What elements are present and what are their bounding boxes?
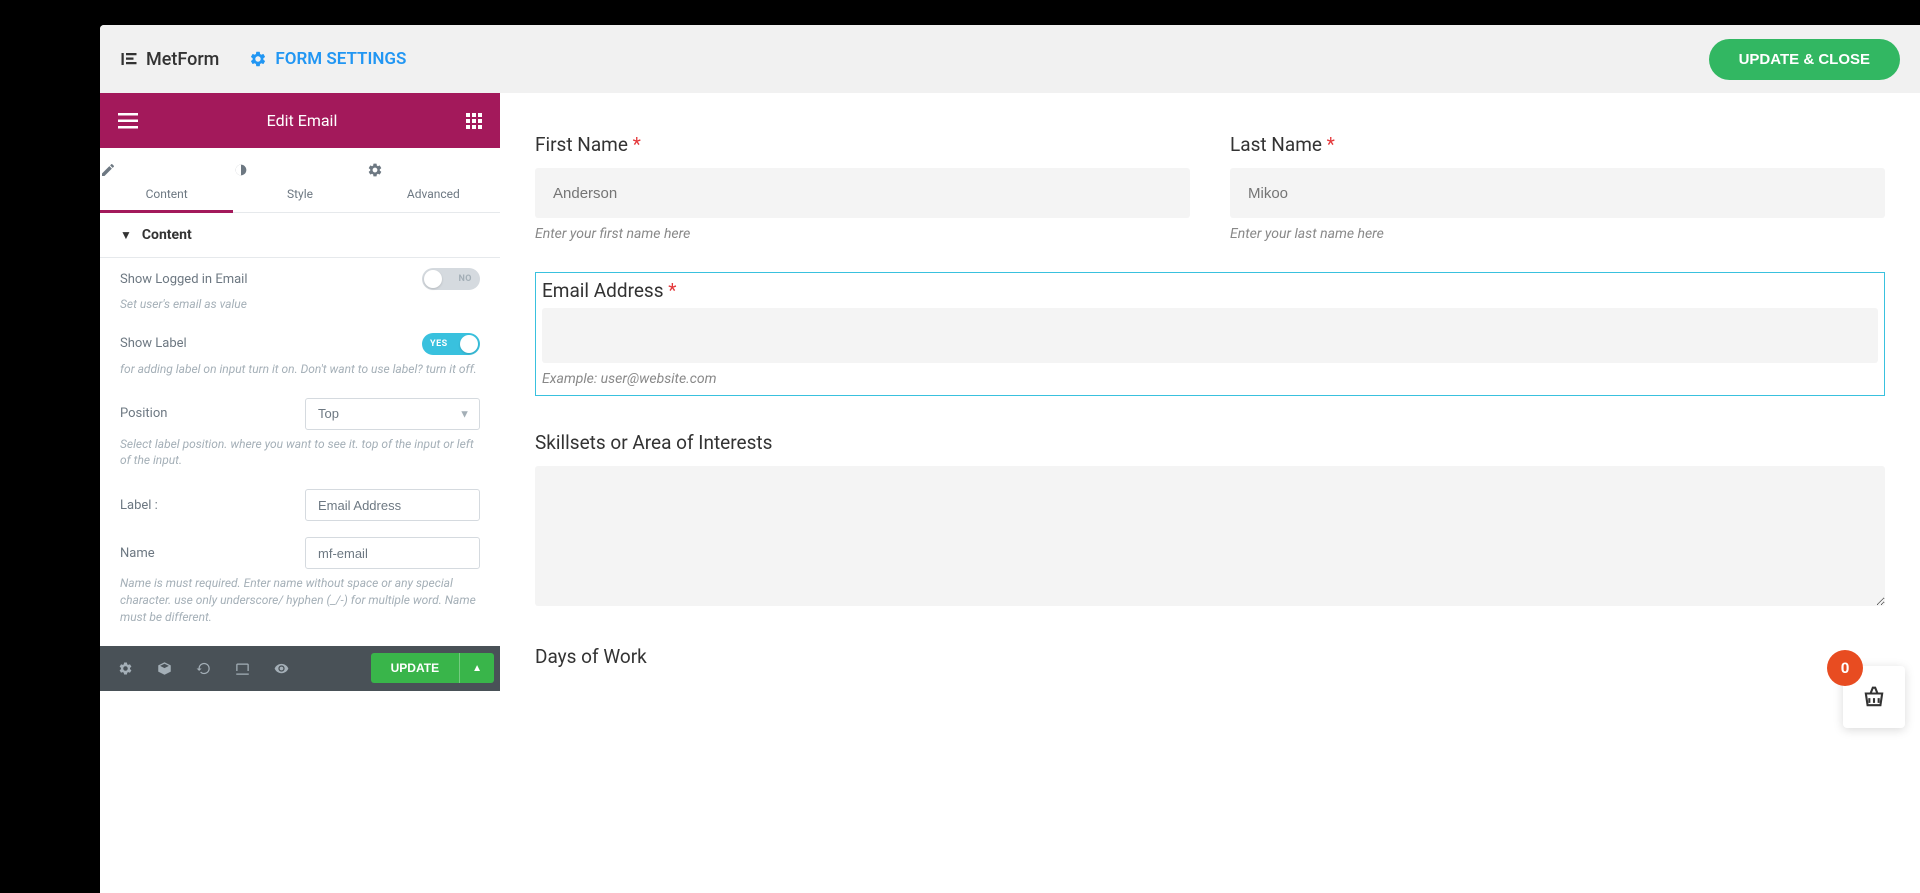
control-help: for adding label on input turn it on. Do… [120,361,480,388]
required-asterisk: * [668,279,676,302]
metform-logo-icon [120,50,138,68]
field-label: Skillsets or Area of Interests [535,431,1885,454]
sidebar-tabs: Content Style Advanced [100,148,500,213]
caret-down-icon: ▼ [120,228,132,242]
form-settings-link[interactable]: FORM SETTINGS [249,49,406,69]
toggle-text: YES [430,339,448,349]
panel-controls: Show Logged in Email NO Set user's email… [100,258,500,646]
required-asterisk: * [1327,133,1335,156]
section-header-label: Content [142,227,192,243]
topbar: MetForm FORM SETTINGS UPDATE & CLOSE [100,25,1920,93]
tab-style-label: Style [287,187,313,201]
control-show-label: Show Label YES [120,323,480,361]
required-asterisk: * [633,133,641,156]
brand: MetForm [120,49,219,70]
skillsets-textarea[interactable] [535,466,1885,606]
update-button-group: UPDATE ▲ [371,653,494,683]
control-help: Name is must required. Enter name withou… [120,575,480,635]
cart-widget[interactable]: 0 [1843,666,1905,728]
sidebar-title: Edit Email [267,111,338,130]
control-label: Name [120,546,155,561]
field-help: Example: user@website.com [542,371,1878,387]
field-label: Email Address * [542,279,1878,302]
control-label: Position [120,406,167,421]
days-field[interactable]: Days of Work [535,645,1885,668]
update-close-button[interactable]: UPDATE & CLOSE [1709,39,1900,80]
first-name-input[interactable] [535,168,1190,218]
control-label: Show Logged in Email [120,272,248,287]
email-input[interactable] [542,308,1878,363]
last-name-field[interactable]: Last Name * Enter your last name here [1230,133,1885,242]
tab-style[interactable]: Style [233,148,366,212]
preview-icon[interactable] [262,661,301,676]
control-label: Show Label [120,336,187,351]
last-name-input[interactable] [1230,168,1885,218]
toggle-knob [424,270,442,288]
control-help: Set user's email as value [120,296,480,323]
field-help: Enter your last name here [1230,226,1885,242]
skillsets-field[interactable]: Skillsets or Area of Interests [535,431,1885,610]
cart-badge: 0 [1827,650,1863,686]
control-label-field: Label : [120,479,480,527]
sidebar: Edit Email Content Style [100,93,500,893]
first-name-field[interactable]: First Name * Enter your first name here [535,133,1190,242]
control-show-logged-email: Show Logged in Email NO [120,258,480,296]
update-caret-button[interactable]: ▲ [459,653,494,683]
panel-section: ▼ Content [100,213,500,258]
field-label: First Name * [535,133,1190,156]
control-help: Select label position. where you want to… [120,436,480,480]
email-field-selected[interactable]: Email Address * Example: user@website.co… [535,272,1885,396]
brand-text: MetForm [146,49,219,70]
widgets-grid-icon[interactable] [466,113,482,129]
gear-icon [249,50,267,68]
field-label: Days of Work [535,645,1885,668]
settings-icon[interactable] [106,661,145,676]
toggle-knob [460,335,478,353]
field-label: Last Name * [1230,133,1885,156]
style-icon [233,162,366,178]
tab-content-label: Content [146,187,188,201]
toggle-text: NO [458,274,472,284]
hamburger-icon[interactable] [118,113,138,129]
responsive-icon[interactable] [223,661,262,676]
select-wrap: Top ▼ [305,398,480,430]
advanced-gear-icon [367,162,500,178]
tab-content[interactable]: Content [100,148,233,212]
canvas-row-names: First Name * Enter your first name here … [535,133,1885,242]
tab-advanced[interactable]: Advanced [367,148,500,212]
form-editor-modal: MetForm FORM SETTINGS UPDATE & CLOSE Edi… [100,25,1920,893]
control-name-field: Name [120,527,480,575]
control-position: Position Top ▼ [120,388,480,436]
update-button[interactable]: UPDATE [371,653,459,683]
input-label[interactable] [305,489,480,521]
tab-advanced-label: Advanced [407,187,460,201]
pencil-icon [100,162,233,178]
select-position[interactable]: Top [305,398,480,430]
form-settings-label: FORM SETTINGS [275,49,406,69]
canvas: First Name * Enter your first name here … [500,93,1920,893]
input-name[interactable] [305,537,480,569]
bottom-bar: UPDATE ▲ [100,646,500,691]
sidebar-header: Edit Email [100,93,500,148]
toggle-show-logged-email[interactable]: NO [422,268,480,290]
section-header-content[interactable]: ▼ Content [100,213,500,257]
toggle-show-label[interactable]: YES [422,333,480,355]
control-label: Label : [120,498,158,513]
field-help: Enter your first name here [535,226,1190,242]
basket-icon [1860,683,1888,711]
navigator-icon[interactable] [145,661,184,676]
editor-body: Edit Email Content Style [100,93,1920,893]
history-icon[interactable] [184,661,223,676]
